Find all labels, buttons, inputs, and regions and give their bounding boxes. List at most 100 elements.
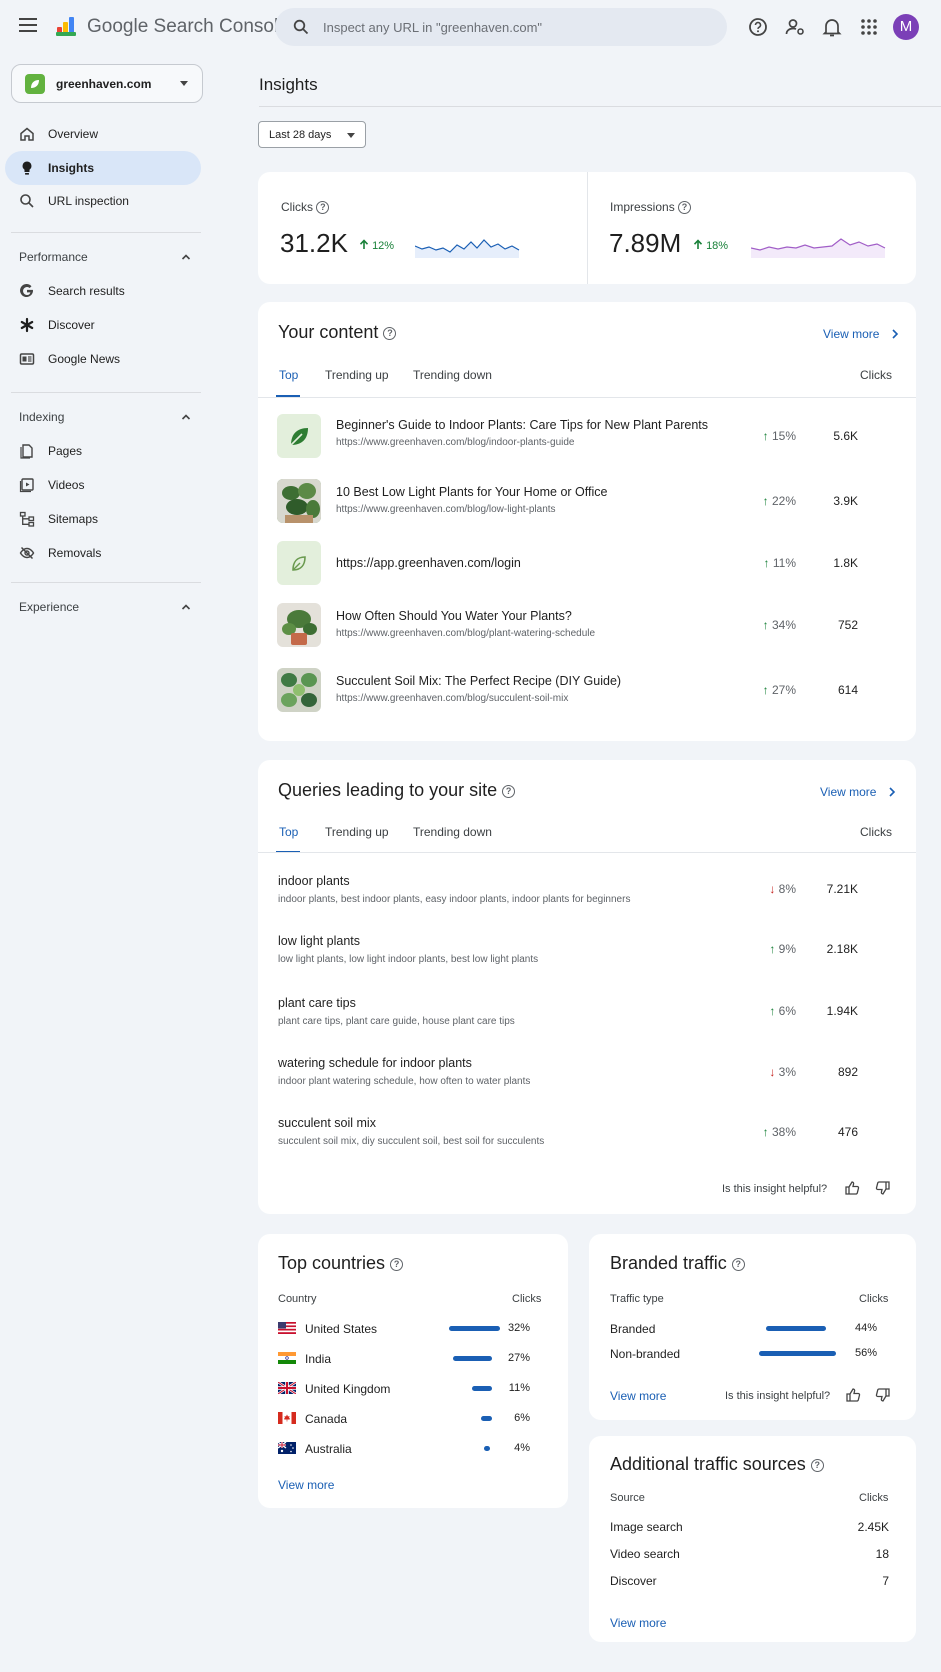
tab-trending-down[interactable]: Trending down [413,825,492,839]
account-avatar[interactable]: M [893,14,919,40]
queries-card: Queries leading to your site ? View more… [258,760,916,1214]
clicks-value: 752 [837,618,858,632]
sidebar-item-videos[interactable]: Videos [5,468,201,502]
page-title-text[interactable]: 10 Best Low Light Plants for Your Home o… [336,485,607,499]
help-icon[interactable]: ? [316,201,330,215]
search-icon [20,194,34,208]
clicks-value: 5.6K [833,429,858,443]
sidebar-item-label: Pages [48,444,83,458]
menu-icon[interactable] [19,18,37,32]
page-thumbnail-plant-photo [277,668,321,712]
card-title: Your content ? [278,322,397,343]
query-title[interactable]: watering schedule for indoor plants [278,1056,472,1070]
thumbs-up-icon[interactable] [845,1387,861,1403]
sidebar-item-label: Removals [48,546,102,560]
section-experience[interactable]: Experience [19,600,79,614]
search-input[interactable] [323,8,713,46]
clicks-value: 1.94K [826,1004,858,1018]
tab-trending-up[interactable]: Trending up [325,368,389,382]
chevron-up-icon[interactable] [181,252,191,262]
thumbs-up-icon[interactable] [844,1180,860,1196]
india-flag-icon [278,1352,296,1364]
query-title[interactable]: indoor plants [278,874,350,888]
apps-grid-icon[interactable] [858,16,880,38]
clicks-value: 31.2K [280,228,348,258]
change-value: ↑ 6% [769,1004,796,1018]
help-icon[interactable]: ? [390,1257,404,1271]
tab-trending-down[interactable]: Trending down [413,368,492,382]
notifications-bell-icon[interactable] [821,16,843,38]
traffic-percent: 44% [854,1322,877,1334]
url-inspect-search[interactable] [275,8,727,46]
column-header-clicks: Clicks [860,825,892,839]
section-indexing[interactable]: Indexing [19,410,64,424]
page-title-text[interactable]: How Often Should You Water Your Plants? [336,609,572,623]
change-value: ↑ 15% [762,429,796,443]
traffic-share-bar [766,1326,826,1331]
query-variants: indoor plant watering schedule, how ofte… [278,1076,531,1087]
change-value: ↑ 11% [763,556,796,570]
page-thumbnail-plant-photo [277,603,321,647]
country-name: United Kingdom [305,1382,391,1396]
help-icon[interactable]: ? [678,201,692,215]
section-performance[interactable]: Performance [19,250,88,264]
chevron-up-icon[interactable] [181,602,191,612]
help-icon[interactable]: ? [810,1458,824,1472]
chevron-up-icon[interactable] [181,412,191,422]
page-title-text[interactable]: https://app.greenhaven.com/login [336,556,521,570]
view-more-link[interactable]: View more [610,1389,666,1403]
sidebar-item-url-inspection[interactable]: URL inspection [5,184,201,218]
property-selector[interactable]: greenhaven.com [11,64,203,103]
tab-top[interactable]: Top [279,368,298,382]
sidebar-item-removals[interactable]: Removals [5,536,201,570]
page-url: https://www.greenhaven.com/blog/succulen… [336,693,569,704]
eye-off-icon [19,546,35,560]
clicks-sparkline [415,239,520,258]
sidebar-item-sitemaps[interactable]: Sitemaps [5,502,201,536]
country-name: Australia [305,1442,352,1456]
tab-trending-up[interactable]: Trending up [325,825,389,839]
sidebar-item-insights[interactable]: Insights [5,151,201,185]
sidebar-item-search-results[interactable]: Search results [5,274,201,308]
page-thumbnail [277,414,321,458]
arrow-up-icon [693,239,703,249]
help-icon[interactable]: ? [502,784,516,798]
view-more-link[interactable]: View more [278,1478,334,1492]
sidebar-item-discover[interactable]: Discover [5,308,201,342]
metrics-card: Clicks ? 31.2K 12% Impressions ? 7.89M 1… [258,172,916,284]
page-title-text[interactable]: Beginner's Guide to Indoor Plants: Care … [336,418,708,432]
sidebar: greenhaven.com Overview Insights URL ins… [0,56,205,1672]
country-percent: 32% [507,1322,530,1334]
sidebar-item-overview[interactable]: Overview [5,117,201,151]
clicks-value: 892 [837,1065,858,1079]
source-name: Discover [610,1574,657,1588]
thumbs-down-icon[interactable] [875,1387,891,1403]
date-range-filter[interactable]: Last 28 days [258,121,366,148]
arrow-up-icon [359,239,369,249]
news-icon [19,353,35,365]
sidebar-item-pages[interactable]: Pages [5,434,201,468]
view-more-link[interactable]: View more [823,327,901,341]
video-icon [19,478,34,493]
thumbs-down-icon[interactable] [875,1180,891,1196]
divider [587,172,588,284]
query-title[interactable]: low light plants [278,934,360,948]
clicks-value: 3.9K [833,494,858,508]
column-header-clicks: Clicks [859,1492,889,1504]
view-more-link[interactable]: View more [610,1616,666,1630]
tab-top[interactable]: Top [279,825,298,839]
traffic-type-name: Branded [610,1322,656,1336]
query-title[interactable]: plant care tips [278,996,356,1010]
page-title-text[interactable]: Succulent Soil Mix: The Perfect Recipe (… [336,674,621,688]
impressions-change: 18% [693,239,728,252]
page-thumbnail-plant-photo [277,479,321,523]
query-title[interactable]: succulent soil mix [278,1116,376,1130]
help-icon[interactable] [747,16,769,38]
help-icon[interactable]: ? [383,326,397,340]
sidebar-item-google-news[interactable]: Google News [5,342,201,376]
help-icon[interactable]: ? [731,1257,745,1271]
view-more-link[interactable]: View more [820,785,898,799]
page-title: Insights [259,75,318,94]
query-variants: succulent soil mix, diy succulent soil, … [278,1136,545,1147]
manage-users-icon[interactable] [784,16,806,38]
